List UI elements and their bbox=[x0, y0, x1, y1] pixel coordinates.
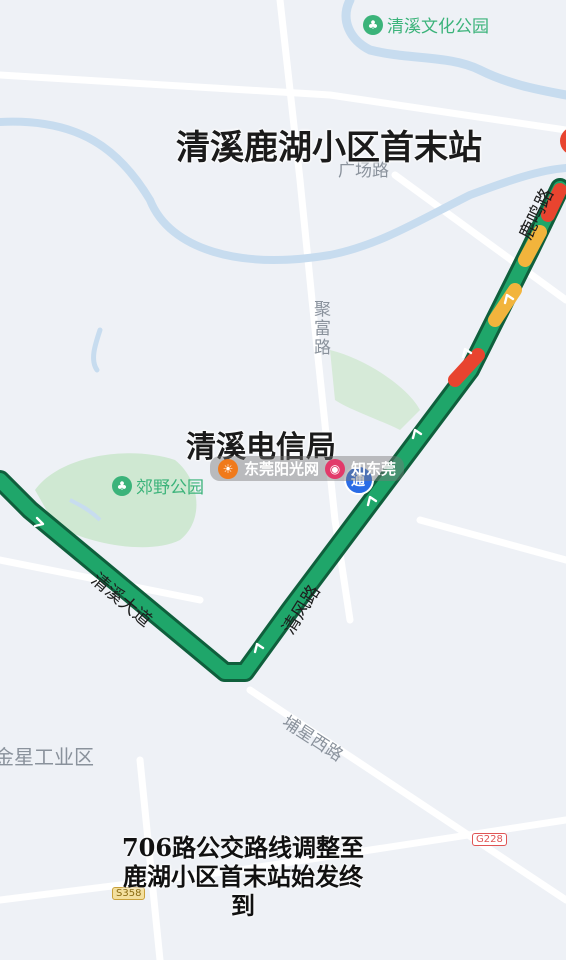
caption-line-2: 鹿湖小区首末站始发终 bbox=[123, 862, 363, 891]
poi-country-park[interactable]: ♣ 郊野公园 bbox=[112, 473, 204, 498]
poi-label: 郊野公园 bbox=[136, 478, 204, 498]
sun-logo-icon: ☀ bbox=[218, 458, 238, 479]
eye-logo-icon: ◉ bbox=[325, 458, 346, 479]
park-icon: ♣ bbox=[112, 475, 132, 496]
bottom-caption: 706路公交路线调整至 鹿湖小区首末站始发终 到 bbox=[88, 833, 398, 920]
poi-label: 清溪文化公园 bbox=[387, 17, 489, 37]
caption-line-3: 到 bbox=[231, 891, 255, 920]
road-label-jufu: 聚富路 bbox=[310, 300, 330, 357]
watermark: ☀ 东莞阳光网 ◉ 知东莞 bbox=[210, 456, 405, 481]
terminal-title: 清溪鹿湖小区首末站 bbox=[176, 128, 482, 168]
area-label-industrial: 金星工业区 bbox=[0, 745, 94, 769]
poi-qingxi-culture-park[interactable]: ♣ 清溪文化公园 bbox=[363, 12, 489, 37]
watermark-left-text: 东莞阳光网 bbox=[244, 460, 320, 478]
caption-line-1: 706路公交路线调整至 bbox=[121, 833, 365, 862]
watermark-right-text: 知东莞 bbox=[351, 460, 397, 478]
park-icon: ♣ bbox=[363, 14, 383, 35]
g228-badge: G228 bbox=[472, 833, 507, 846]
